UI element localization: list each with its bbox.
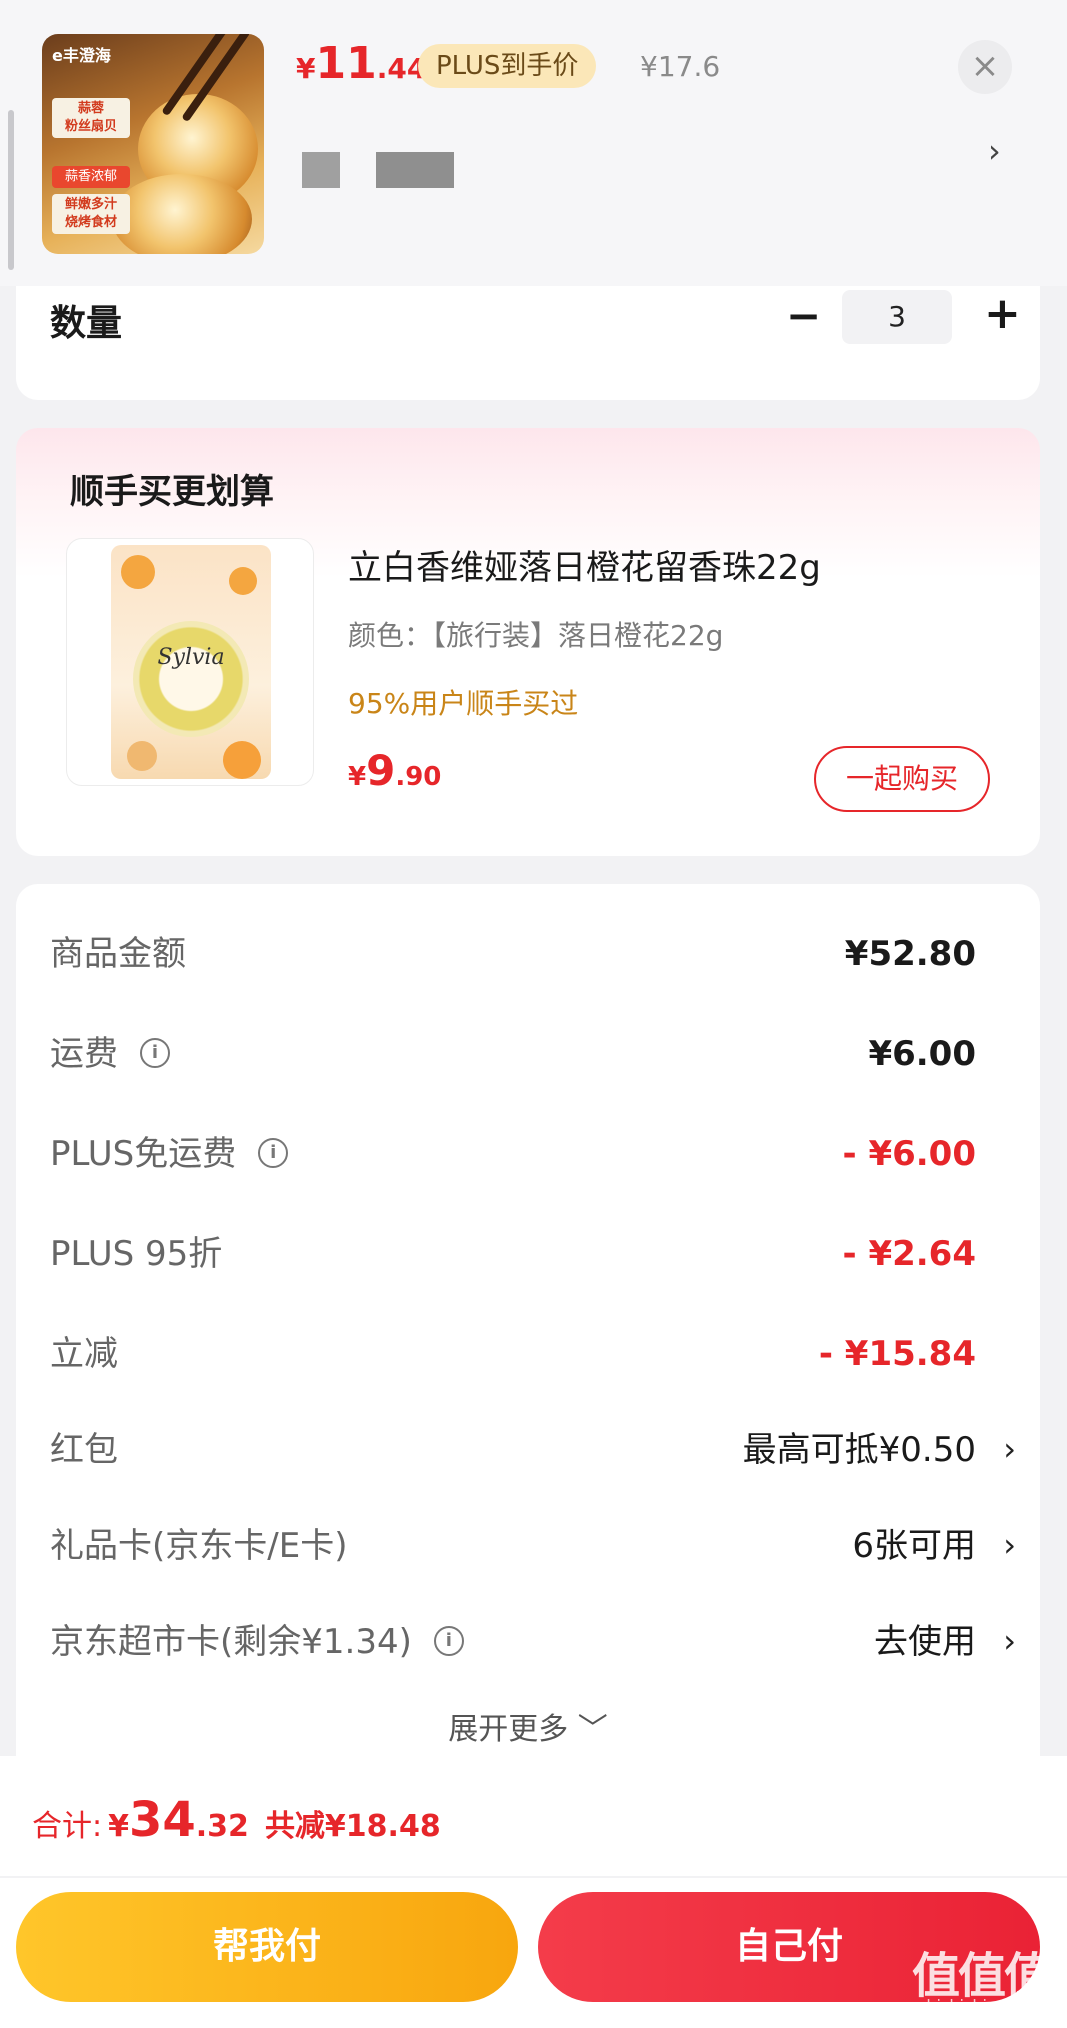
detail-row-red-packet[interactable]: 红包 最高可抵¥0.50 › — [50, 1420, 1016, 1480]
detail-row-supermarket-card[interactable]: 京东超市卡(剩余¥1.34) i 去使用 › — [50, 1612, 1016, 1672]
total-integer: 34 — [128, 1792, 196, 1848]
row-label: 京东超市卡(剩余¥1.34) i — [50, 1612, 464, 1672]
row-label: 红包 — [50, 1430, 118, 1470]
info-icon[interactable]: i — [140, 1037, 170, 1068]
row-value: 6张可用 — [852, 1526, 976, 1566]
price-integer: 11 — [315, 38, 377, 89]
thumb-tag: 蒜香浓郁 — [52, 166, 130, 188]
quantity-increase-button[interactable]: + — [984, 292, 1021, 336]
detail-row-goods-amount: 商品金额 ¥52.80 — [50, 924, 1016, 984]
price-integer: 9 — [366, 746, 396, 795]
row-label: 商品金额 — [50, 934, 186, 974]
upsell-product-name[interactable]: 立白香维娅落日橙花留香珠22g — [348, 540, 821, 589]
product-pouch-graphic: Sylvia — [111, 545, 271, 779]
info-icon[interactable]: i — [433, 1625, 464, 1656]
product-header: e丰澄海 蒜蓉 粉丝扇贝 蒜香浓郁 鲜嫩多汁 烧烤食材 ¥11.44 PLUS到… — [0, 0, 1067, 286]
beads-graphic — [133, 621, 249, 737]
thumb-tag: 蒜蓉 粉丝扇贝 — [52, 98, 130, 138]
checkout-bar: 合计: ¥34.32 共减¥18.48 帮我付 自己付 — [0, 1756, 1067, 2028]
close-icon: × — [970, 46, 1000, 86]
product-price: ¥11.44 — [296, 38, 426, 89]
close-button[interactable]: × — [958, 40, 1012, 94]
thumb-brand: e丰澄海 — [52, 46, 111, 65]
chevron-right-icon[interactable]: › — [988, 132, 1001, 170]
row-value: ¥52.80 — [844, 934, 976, 974]
row-label: 运费 i — [50, 1024, 170, 1084]
original-price: ¥17.6 — [640, 50, 721, 83]
upsell-price: ¥9.90 — [348, 746, 441, 795]
detail-row-instant-discount: 立减 - ¥15.84 — [50, 1324, 1016, 1384]
quantity-label: 数量 — [50, 303, 123, 344]
divider — [0, 1876, 1067, 1878]
row-value: 最高可抵¥0.50 — [742, 1430, 976, 1470]
upsell-variant: 颜色：【旅行装】落日橙花22g — [348, 619, 724, 652]
product-logo: Sylvia — [157, 645, 225, 670]
plus-price-badge: PLUS到手价 — [418, 44, 597, 88]
row-label-text: 京东超市卡(剩余¥1.34) — [50, 1622, 412, 1662]
flower-graphic — [127, 741, 157, 771]
flower-graphic — [121, 555, 155, 589]
upsell-product-image[interactable]: Sylvia — [66, 538, 314, 786]
help-me-pay-button[interactable]: 帮我付 — [16, 1892, 518, 2002]
flower-graphic — [229, 567, 257, 595]
row-label: PLUS免运费 i — [50, 1124, 289, 1184]
scrollbar-thumb[interactable] — [8, 110, 14, 270]
upsell-card: 顺手买更划算 Sylvia 立白香维娅落日橙花留香珠22g 颜色：【旅行装】落日… — [16, 428, 1040, 856]
product-thumbnail[interactable]: e丰澄海 蒜蓉 粉丝扇贝 蒜香浓郁 鲜嫩多汁 烧烤食材 — [42, 34, 264, 254]
row-label: PLUS 95折 — [50, 1234, 223, 1274]
total-label: 合计: — [32, 1809, 103, 1844]
row-label-text: 运费 — [50, 1034, 118, 1074]
chevron-right-icon: › — [1003, 1526, 1016, 1564]
upsell-title: 顺手买更划算 — [70, 472, 274, 512]
upsell-social-proof: 95%用户顺手买过 — [348, 687, 579, 720]
price-decimal: .90 — [395, 762, 442, 792]
total-decimal: .32 — [195, 1809, 249, 1844]
row-label: 礼品卡(京东卡/E卡) — [50, 1526, 348, 1566]
total-symbol: ¥ — [108, 1809, 129, 1844]
info-icon[interactable]: i — [258, 1137, 289, 1168]
price-symbol: ¥ — [296, 52, 316, 85]
row-value: - ¥15.84 — [818, 1334, 976, 1374]
watermark-url: zhizhizhi.com — [918, 1996, 1027, 2015]
row-label-text: PLUS免运费 — [50, 1134, 237, 1174]
spec-placeholder — [376, 152, 454, 188]
price-symbol: ¥ — [348, 762, 367, 792]
thumb-tag: 鲜嫩多汁 烧烤食材 — [52, 194, 130, 234]
chevron-right-icon: › — [1003, 1430, 1016, 1468]
row-value: - ¥6.00 — [842, 1134, 977, 1174]
chevron-right-icon: › — [1003, 1622, 1016, 1660]
scallop-graphic — [112, 174, 252, 254]
total-saved: 共减¥18.48 — [264, 1809, 441, 1844]
detail-row-gift-card[interactable]: 礼品卡(京东卡/E卡) 6张可用 › — [50, 1516, 1016, 1576]
quantity-decrease-button[interactable]: − — [786, 295, 821, 337]
spec-placeholder — [302, 152, 340, 188]
row-label: 立减 — [50, 1334, 118, 1374]
row-value: - ¥2.64 — [842, 1234, 977, 1274]
detail-row-plus-free-shipping: PLUS免运费 i - ¥6.00 — [50, 1124, 1016, 1184]
row-value: 去使用 — [874, 1622, 976, 1662]
expand-more-button[interactable]: 展开更多 ﹀ — [16, 1704, 1040, 1748]
detail-row-plus-discount: PLUS 95折 - ¥2.64 — [50, 1224, 1016, 1284]
orange-graphic — [223, 741, 261, 779]
quantity-input[interactable]: 3 — [842, 290, 952, 344]
row-value: ¥6.00 — [868, 1034, 976, 1074]
buy-together-button[interactable]: 一起购买 — [814, 746, 990, 812]
detail-row-shipping: 运费 i ¥6.00 — [50, 1024, 1016, 1084]
total-summary: 合计: ¥34.32 共减¥18.48 — [32, 1792, 441, 1848]
quantity-card: 数量 − 3 + — [16, 286, 1040, 400]
